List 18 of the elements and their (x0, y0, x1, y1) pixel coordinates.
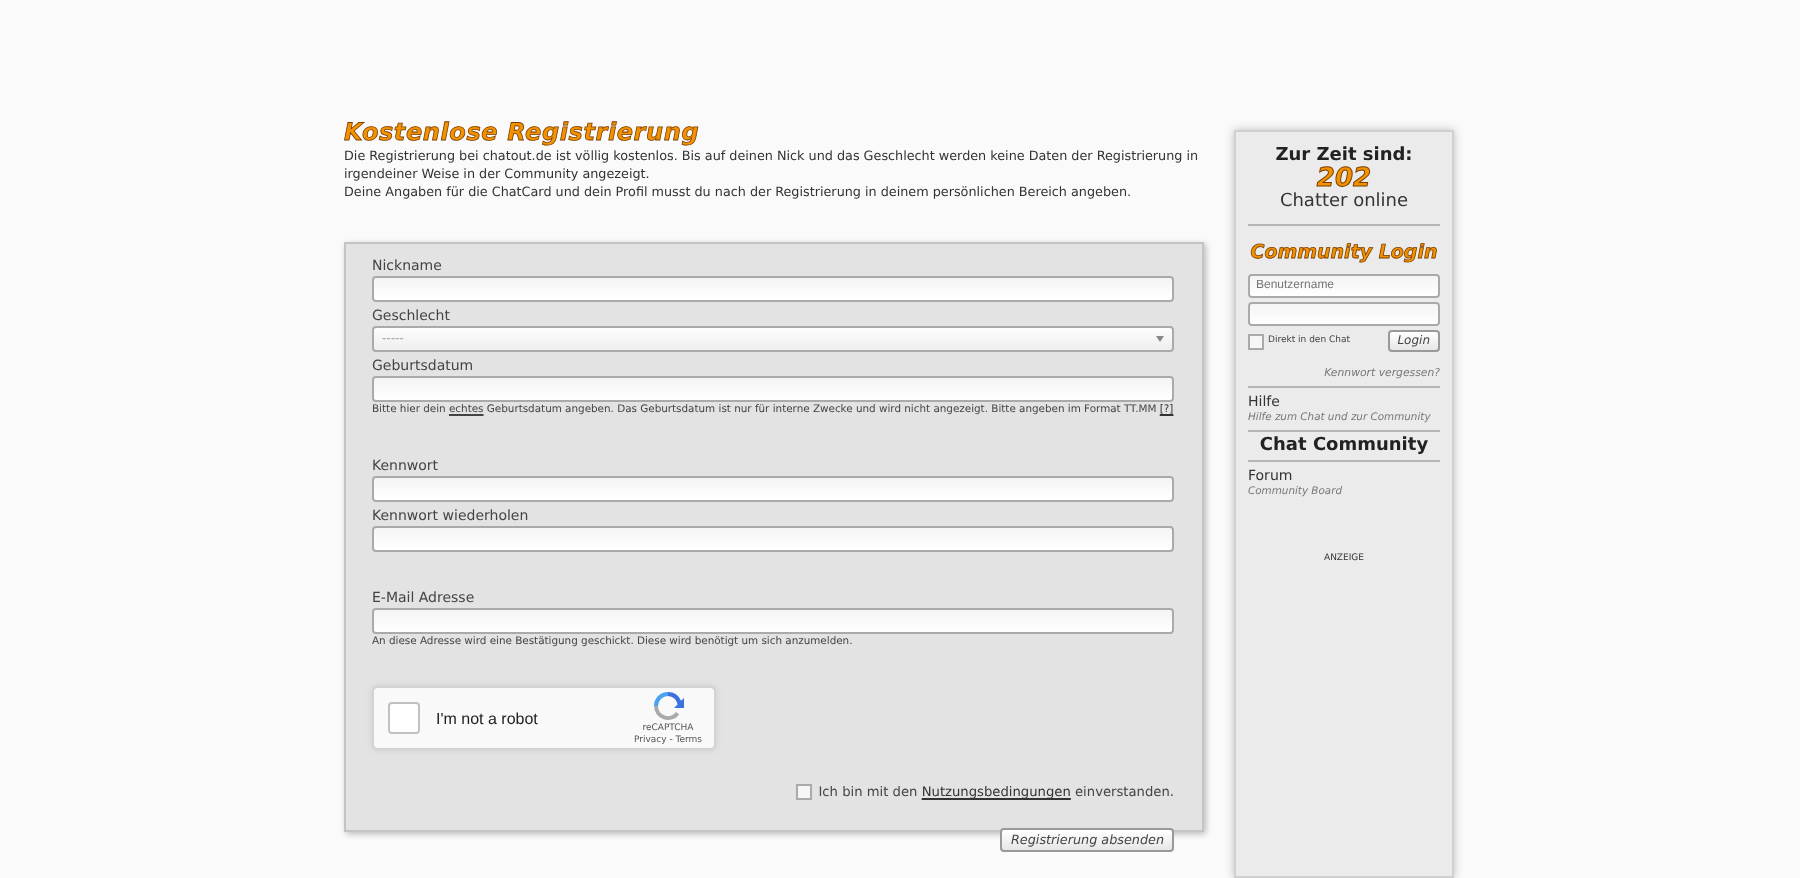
input-field[interactable] (372, 608, 1174, 634)
recaptcha-icon (649, 688, 686, 724)
captcha-checkbox[interactable] (388, 702, 420, 734)
direct-chat-checkbox[interactable] (1248, 333, 1264, 349)
captcha-label: I'm not a robot (436, 709, 540, 727)
password-field[interactable] (1248, 302, 1440, 326)
caret-icon (1156, 336, 1164, 342)
page-title: Kostenlose Registrierung (344, 116, 700, 148)
input-field[interactable] (372, 376, 1174, 402)
community-heading: Chat Community (1259, 436, 1429, 456)
online-heading: Zur Zeit sind: (1275, 146, 1413, 166)
login-title: Community Login (1250, 240, 1438, 268)
input-field[interactable] (372, 276, 1174, 302)
online-count: 202 (1316, 166, 1372, 192)
input-field[interactable] (372, 526, 1174, 552)
terms-checkbox[interactable] (796, 784, 813, 800)
input-field[interactable] (372, 476, 1174, 502)
online-label: Chatter online (1279, 192, 1409, 212)
